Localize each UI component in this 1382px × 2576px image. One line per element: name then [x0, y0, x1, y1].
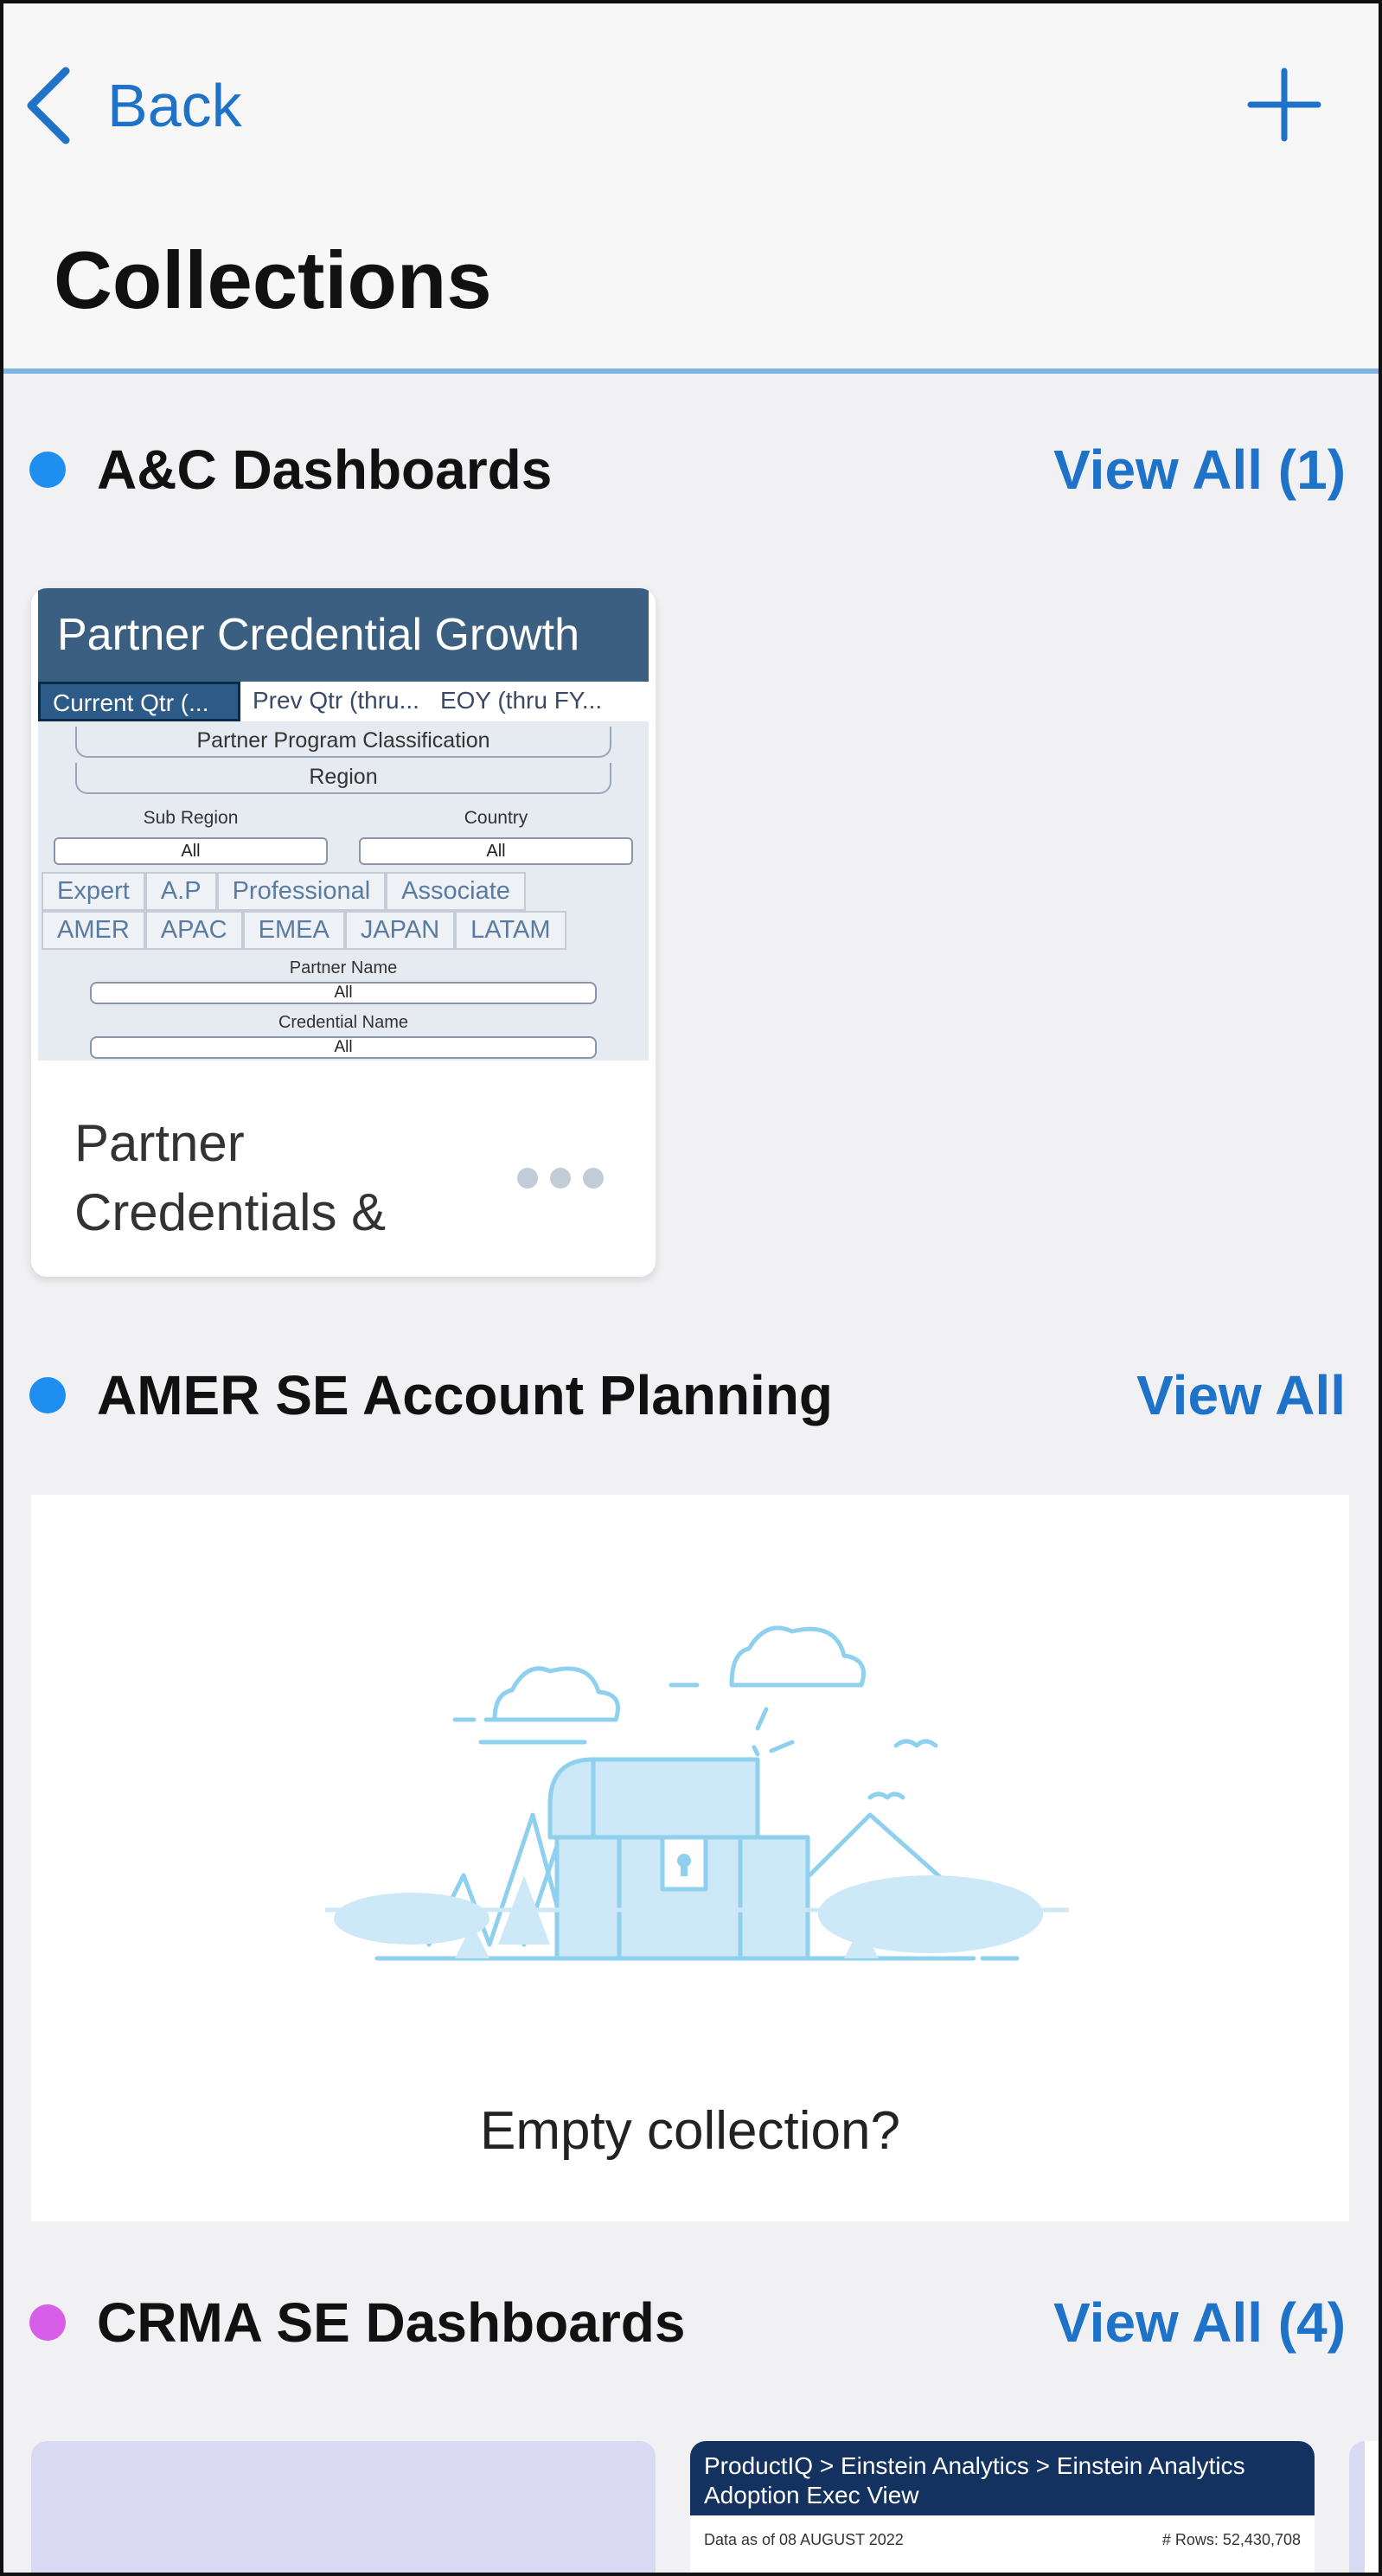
thumbnail-chip: AMER — [42, 911, 145, 950]
thumbnail-chip: APAC — [144, 911, 243, 950]
back-label: Back — [107, 72, 242, 139]
dashboard-card[interactable] — [31, 2441, 656, 2576]
thumbnail-title: Partner Credential Growth — [38, 588, 649, 682]
thumbnail-tab: Prev Qtr (thru... — [253, 687, 419, 714]
dashboard-card[interactable]: Partner Credential Growth Current Qtr (.… — [31, 588, 656, 1277]
thumbnail-rows: # Rows: 52,430,708 — [1161, 2531, 1301, 2548]
section-title: AMER SE Account Planning — [97, 1364, 833, 1426]
dashboard-thumbnail: Partner Credential Growth Current Qtr (.… — [38, 588, 649, 1061]
thumbnail-chip: JAPAN — [344, 911, 456, 950]
more-options-icon[interactable] — [517, 1163, 604, 1194]
dashboard-card[interactable]: ProductIQ > Einstein Analytics > Einstei… — [690, 2441, 1315, 2576]
thumbnail-title: ProductIQ > Einstein Analytics > Einstei… — [690, 2441, 1315, 2515]
page-title: Collections — [54, 234, 492, 325]
chevron-left-icon — [27, 67, 70, 144]
thumbnail-region-buttons: AMER APAC EMEA JAPAN LATAM — [42, 911, 649, 950]
thumbnail-select: All — [90, 1036, 597, 1059]
thumbnail-tabs: Current Qtr (... Prev Qtr (thru... EOY (… — [38, 682, 649, 721]
thumbnail-select: All — [359, 837, 633, 865]
thumbnail-date: Data as of 08 AUGUST 2022 — [704, 2531, 904, 2548]
thumbnail-select: All — [54, 837, 328, 865]
thumbnail-select: All — [90, 982, 597, 1004]
collection-dot — [29, 1377, 66, 1413]
thumbnail-filter: Region — [75, 763, 611, 794]
thumbnail-meta: Data as of 08 AUGUST 2022 # Rows: 52,430… — [690, 2515, 1315, 2549]
collection-dot — [29, 2304, 66, 2341]
thumbnail-filter-labels: Sub Region Country — [38, 808, 649, 829]
back-button[interactable]: Back — [24, 62, 242, 149]
section-title: A&C Dashboards — [97, 439, 553, 501]
plus-icon[interactable] — [1245, 66, 1323, 144]
empty-collection-panel: Empty collection? — [31, 1495, 1349, 2221]
empty-collection-text[interactable]: Empty collection? — [31, 2100, 1349, 2162]
collection-dot — [29, 452, 66, 488]
thumbnail-tab: Current Qtr (... — [38, 682, 240, 721]
thumbnail-chip: EMEA — [242, 911, 345, 950]
navigation-header: Back Collections — [0, 0, 1382, 374]
treasure-chest-illustration-icon — [325, 1625, 1069, 1961]
view-all-link[interactable]: View All — [1136, 1363, 1346, 1427]
section-header-ac-dashboards: A&C Dashboards View All (1) — [0, 431, 1382, 509]
thumbnail-chip: Expert — [42, 872, 145, 911]
thumbnail-label: Sub Region — [143, 808, 239, 828]
thumbnail-label: Partner Name — [289, 958, 398, 977]
thumbnail-label: Credential Name — [278, 1013, 409, 1032]
section-header-crma-se: CRMA SE Dashboards View All (4) — [0, 2284, 1382, 2361]
card-title: Partner Credentials & — [74, 1114, 387, 1241]
section-title: CRMA SE Dashboards — [97, 2291, 686, 2354]
thumbnail-level-buttons: Expert A.P Professional Associate — [42, 872, 649, 911]
view-all-link[interactable]: View All (1) — [1053, 438, 1346, 502]
thumbnail-label: Country — [464, 808, 528, 828]
view-all-link[interactable]: View All (4) — [1053, 2291, 1346, 2355]
dashboard-card[interactable] — [1349, 2441, 1382, 2576]
thumbnail-chip: LATAM — [455, 911, 566, 950]
thumbnail-tab: EOY (thru FY... — [439, 687, 603, 714]
thumbnail-chip: Associate — [386, 872, 526, 911]
thumbnail-filter: Partner Program Classification — [75, 727, 611, 758]
section-header-amer-se: AMER SE Account Planning View All — [0, 1356, 1382, 1434]
thumbnail-filter-boxes: All All — [38, 829, 649, 865]
thumbnail-chip: Professional — [216, 872, 387, 911]
thumbnail-chip: A.P — [144, 872, 217, 911]
